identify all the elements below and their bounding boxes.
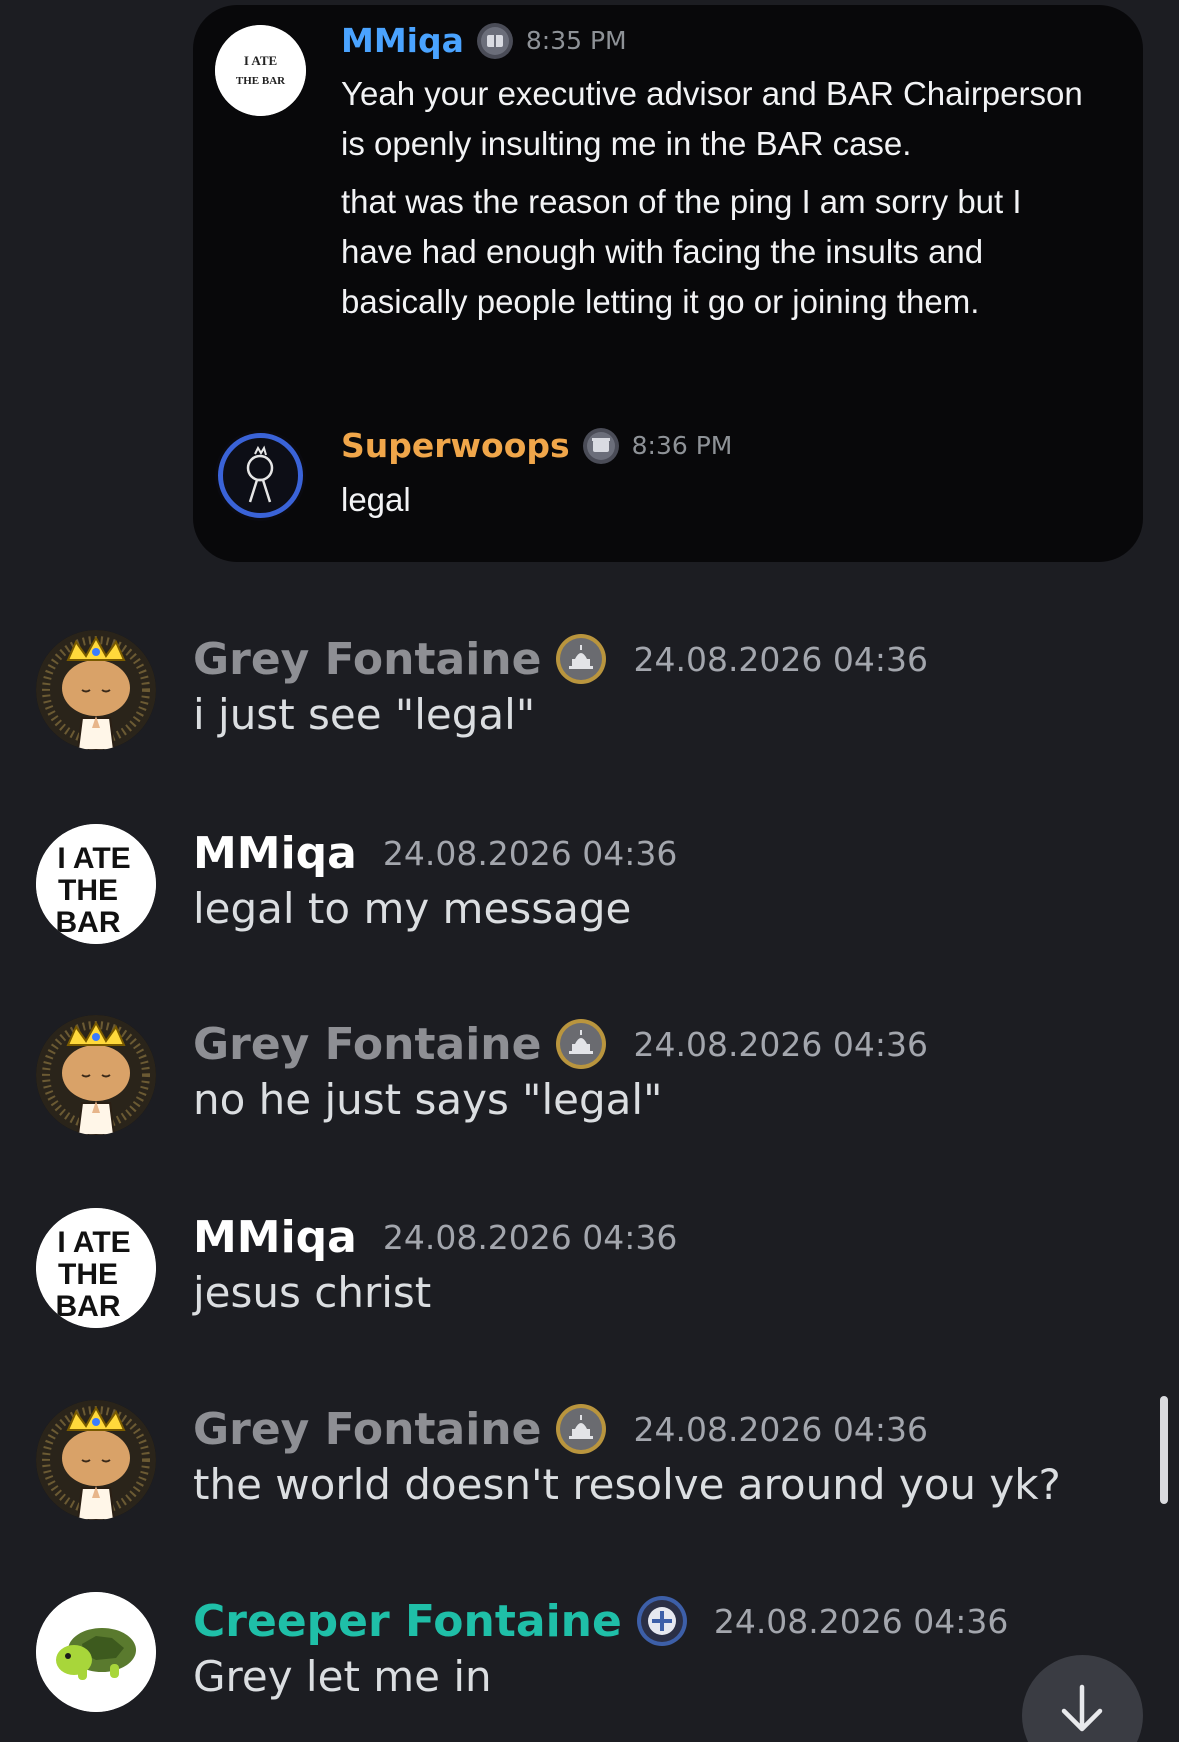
message-header: Grey Fontaine 24.08.2026 04:36 xyxy=(193,1015,928,1073)
message: Grey Fontaine 24.08.2026 04:36 no he jus… xyxy=(0,1015,1179,1175)
arrow-down-icon xyxy=(1061,1684,1103,1732)
message-content: Yeah your executive advisor and BAR Chai… xyxy=(341,69,1101,327)
message-header: MMiqa 8:35 PM xyxy=(341,21,627,60)
timestamp: 8:36 PM xyxy=(631,431,733,460)
scrollbar-thumb[interactable] xyxy=(1160,1396,1168,1504)
author-name[interactable]: Grey Fontaine xyxy=(193,634,541,685)
message-content: the world doesn't resolve around you yk? xyxy=(193,1460,1061,1509)
message-content: jesus christ xyxy=(193,1268,432,1317)
court-badge-icon[interactable] xyxy=(476,22,514,60)
avatar[interactable] xyxy=(36,630,156,750)
paragraph: legal xyxy=(341,481,411,518)
message-header: Grey Fontaine 24.08.2026 04:36 xyxy=(193,1400,928,1458)
timestamp: 24.08.2026 04:36 xyxy=(633,1409,929,1449)
author-name[interactable]: Grey Fontaine xyxy=(193,1404,541,1455)
svg-text:THE BAR: THE BAR xyxy=(236,75,286,87)
avatar[interactable]: I ATE THE BAR xyxy=(36,1208,156,1328)
message-header: MMiqa 24.08.2026 04:36 xyxy=(193,1208,677,1266)
i-ate-the-bar-avatar-icon: I ATE THE BAR xyxy=(36,824,156,944)
turtle-avatar-icon xyxy=(36,1592,156,1712)
message: I ATE THE BAR MMiqa 24.08.2026 04:36 jes… xyxy=(0,1208,1179,1368)
embedded-message: I ATE THE BAR MMiqa 8:35 PM Yeah your ex… xyxy=(193,5,1143,365)
avatar[interactable]: I ATE THE BAR xyxy=(215,25,306,116)
message-content: Grey let me in xyxy=(193,1652,492,1701)
message: Creeper Fontaine 24.08.2026 04:36 Grey l… xyxy=(0,1592,1179,1742)
message-content: legal to my message xyxy=(193,884,632,933)
message-header: Creeper Fontaine 24.08.2026 04:36 xyxy=(193,1592,1008,1650)
crowned-character-avatar-icon xyxy=(36,630,156,750)
avatar[interactable] xyxy=(215,430,306,521)
svg-text:BAR: BAR xyxy=(56,1290,121,1323)
message: Grey Fontaine 24.08.2026 04:36 i just se… xyxy=(0,630,1179,790)
message: I ATE THE BAR MMiqa 24.08.2026 04:36 leg… xyxy=(0,824,1179,984)
message-header: Grey Fontaine 24.08.2026 04:36 xyxy=(193,630,928,688)
i-ate-the-bar-avatar-icon: I ATE THE BAR xyxy=(215,25,306,116)
message-header: Superwoops 8:36 PM xyxy=(341,426,732,465)
svg-text:BAR: BAR xyxy=(56,906,121,939)
paragraph: that was the reason of the ping I am sor… xyxy=(341,183,1022,320)
author-name[interactable]: Creeper Fontaine xyxy=(193,1596,622,1647)
timestamp: 24.08.2026 04:36 xyxy=(633,1024,929,1064)
message-header: MMiqa 24.08.2026 04:36 xyxy=(193,824,677,882)
i-ate-the-bar-avatar-icon: I ATE THE BAR xyxy=(36,1208,156,1328)
timestamp: 24.08.2026 04:36 xyxy=(713,1601,1009,1641)
embedded-message: Superwoops 8:36 PM legal xyxy=(193,405,1143,535)
message: Grey Fontaine 24.08.2026 04:36 the world… xyxy=(0,1400,1179,1560)
author-name[interactable]: MMiqa xyxy=(193,828,357,879)
chat-app: I ATE THE BAR MMiqa 8:35 PM Yeah your ex… xyxy=(0,0,1179,1742)
svg-text:THE: THE xyxy=(58,874,118,907)
timestamp: 24.08.2026 04:36 xyxy=(382,833,678,873)
author-name[interactable]: Grey Fontaine xyxy=(193,1019,541,1070)
svg-text:I ATE: I ATE xyxy=(244,53,277,68)
author-name[interactable]: MMiqa xyxy=(341,21,464,60)
cross-shield-badge-icon[interactable] xyxy=(636,1595,688,1647)
capitol-badge-icon[interactable] xyxy=(555,633,607,685)
timestamp: 24.08.2026 04:36 xyxy=(382,1217,678,1257)
svg-text:I ATE: I ATE xyxy=(57,842,130,875)
avatar[interactable]: I ATE THE BAR xyxy=(36,824,156,944)
paragraph: Yeah your executive advisor and BAR Chai… xyxy=(341,75,1083,162)
capitol-badge-icon[interactable] xyxy=(555,1018,607,1070)
avatar[interactable] xyxy=(36,1592,156,1712)
crowned-character-avatar-icon xyxy=(36,1015,156,1135)
author-name[interactable]: Superwoops xyxy=(341,426,570,465)
avatar[interactable] xyxy=(36,1015,156,1135)
crowned-character-avatar-icon xyxy=(36,1400,156,1520)
svg-text:THE: THE xyxy=(58,1258,118,1291)
sketch-figure-avatar-icon xyxy=(218,433,303,518)
message-content: no he just says "legal" xyxy=(193,1075,663,1124)
message-content: legal xyxy=(341,475,1101,525)
timestamp: 8:35 PM xyxy=(525,26,627,55)
court-badge-icon[interactable] xyxy=(582,427,620,465)
avatar[interactable] xyxy=(36,1400,156,1520)
message-content: i just see "legal" xyxy=(193,690,536,739)
capitol-badge-icon[interactable] xyxy=(555,1403,607,1455)
svg-text:I ATE: I ATE xyxy=(57,1226,130,1259)
author-name[interactable]: MMiqa xyxy=(193,1212,357,1263)
timestamp: 24.08.2026 04:36 xyxy=(633,639,929,679)
embedded-screenshot[interactable]: I ATE THE BAR MMiqa 8:35 PM Yeah your ex… xyxy=(193,5,1143,562)
